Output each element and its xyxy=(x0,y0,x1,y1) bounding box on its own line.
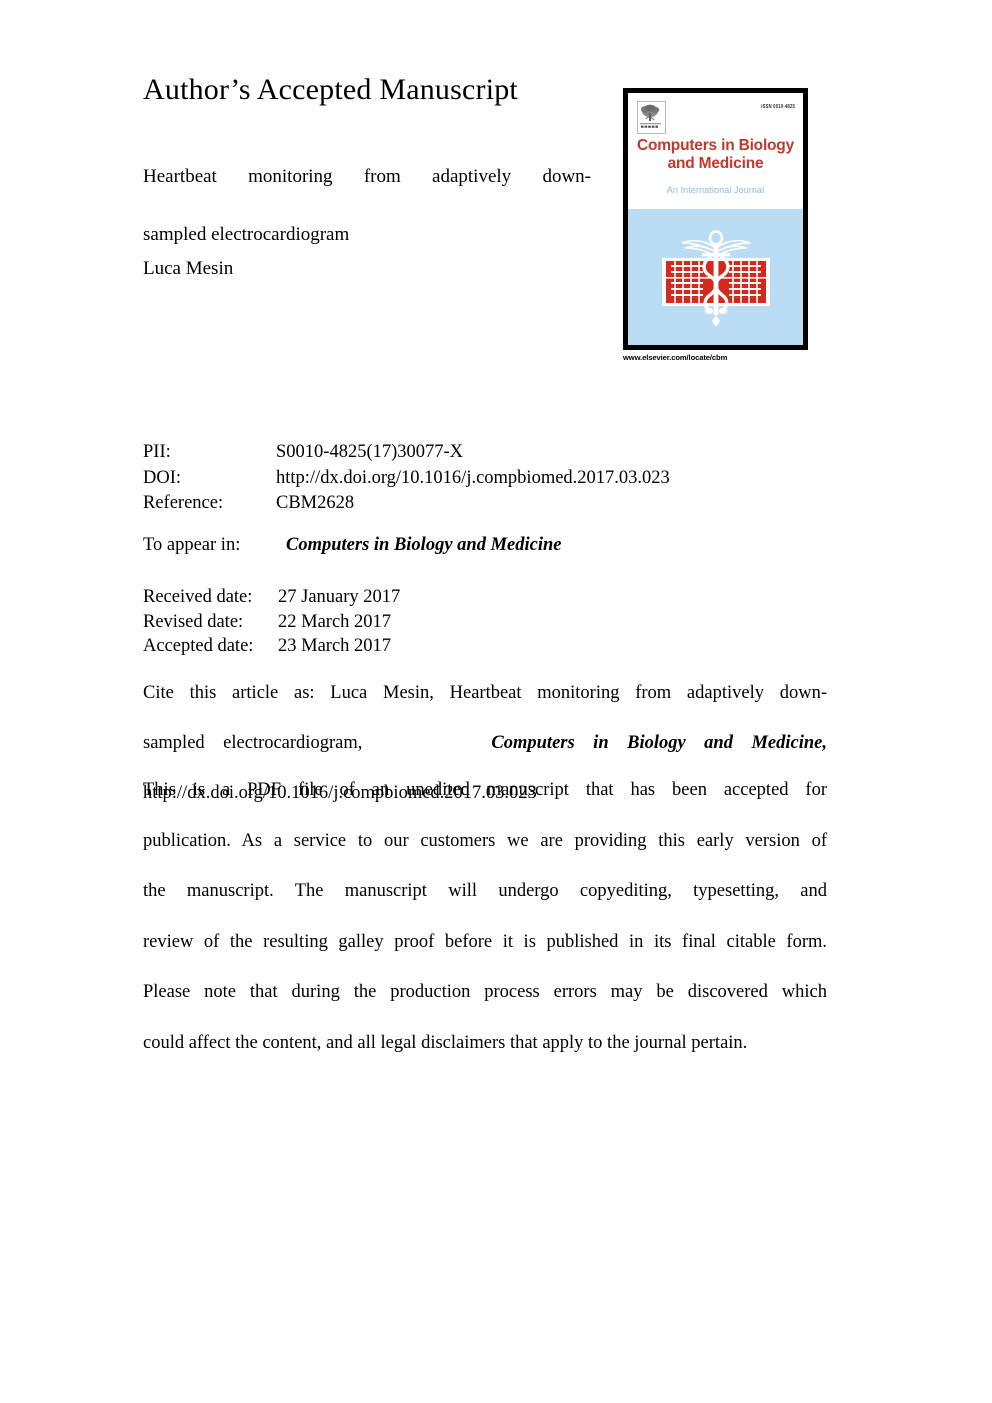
page-title: Author’s Accepted Manuscript xyxy=(143,73,518,106)
journal-cover: ISSN 0010-4825 Computers in Biology and … xyxy=(623,88,820,362)
paper-title-line-1: Heartbeat monitoring from adaptively dow… xyxy=(143,166,591,187)
doi-label: DOI: xyxy=(143,467,182,488)
paper-title-line-2: sampled electrocardiogram xyxy=(143,224,350,245)
to-appear-in-label: To appear in: xyxy=(143,535,241,555)
accepted-date-row: Accepted date: 23 March 2017 xyxy=(143,634,400,659)
to-appear-in-journal: Computers in Biology and Medicine xyxy=(286,535,562,555)
accepted-date-label: Accepted date: xyxy=(143,636,254,656)
metadata-block: PII: S0010-4825(17)30077-X DOI: http://d… xyxy=(143,440,670,517)
pii-label: PII: xyxy=(143,442,171,462)
cover-journal-title-line-2: and Medicine xyxy=(667,155,764,172)
reference-label: Reference: xyxy=(143,493,224,513)
citation-line-2-text: sampled electrocardiogram, xyxy=(143,733,363,753)
revised-date-row: Revised date: 22 March 2017 xyxy=(143,610,400,635)
paper-title: Heartbeat monitoring from adaptively dow… xyxy=(143,162,591,249)
disclaimer-line-3: the manuscript. The manuscript will unde… xyxy=(143,881,827,902)
metadata-row-doi: DOI: http://dx.doi.org/10.1016/j.compbio… xyxy=(143,466,670,492)
metadata-row-reference: Reference: CBM2628 xyxy=(143,491,670,517)
cover-journal-subtitle: An International Journal xyxy=(666,185,765,195)
disclaimer-line-1: This is a PDF file of an unedited manusc… xyxy=(143,780,827,800)
cover-bottom-panel xyxy=(628,209,803,345)
citation-journal-name: Computers in Biology and Medicine, xyxy=(491,733,827,753)
received-date-row: Received date: 27 January 2017 xyxy=(143,585,400,610)
manuscript-cover-page: Author’s Accepted Manuscript Heartbeat m… xyxy=(143,0,827,1403)
revised-date-value: 22 March 2017 xyxy=(278,611,392,632)
disclaimer-block: This is a PDF file of an unedited manusc… xyxy=(143,778,827,1056)
author-name: Luca Mesin xyxy=(143,258,234,279)
pii-value: S0010-4825(17)30077-X xyxy=(276,442,464,462)
revised-date-label: Revised date: xyxy=(143,611,244,632)
cover-journal-title-line-1: Computers in Biology xyxy=(636,137,795,154)
cover-journal-title: Computers in Biology and Medicine xyxy=(628,137,803,173)
cover-issn: ISSN 0010-4825 xyxy=(761,103,795,110)
disclaimer-line-6: could affect the content, and all legal … xyxy=(143,1032,748,1053)
dates-block: Received date: 27 January 2017 Revised d… xyxy=(143,585,400,659)
cover-top-panel: ISSN 0010-4825 Computers in Biology and … xyxy=(628,93,803,209)
received-date-label: Received date: xyxy=(143,587,253,607)
cover-url: www.elsevier.com/locate/cbm xyxy=(623,353,728,362)
to-appear-in-row: To appear in: Computers in Biology and M… xyxy=(143,533,561,558)
metadata-row-pii: PII: S0010-4825(17)30077-X xyxy=(143,440,670,466)
received-date-value: 27 January 2017 xyxy=(278,587,401,607)
doi-value[interactable]: http://dx.doi.org/10.1016/j.compbiomed.2… xyxy=(276,466,670,492)
disclaimer-line-4: review of the resulting galley proof bef… xyxy=(143,931,827,952)
caduceus-abacus-emblem-icon xyxy=(661,230,770,327)
disclaimer-line-5: Please note that during the production p… xyxy=(143,982,827,1003)
journal-cover-image: ISSN 0010-4825 Computers in Biology and … xyxy=(623,88,808,350)
elsevier-tree-logo-icon xyxy=(637,101,666,134)
accepted-date-value: 23 March 2017 xyxy=(278,636,392,656)
disclaimer-line-2: publication. As a service to our custome… xyxy=(143,830,827,851)
reference-value: CBM2628 xyxy=(276,493,355,513)
citation-line-1: Cite this article as: Luca Mesin, Heartb… xyxy=(143,683,827,703)
citation-line-2: sampled electrocardiogram, Computers in … xyxy=(143,731,827,781)
